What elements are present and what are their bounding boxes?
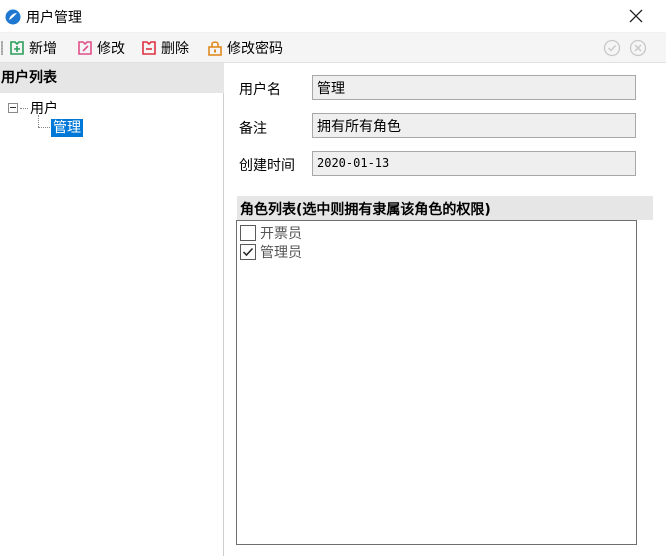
user-list-panel: 用户列表 用户 管理 [0,63,224,556]
role-item-cashier[interactable]: 开票员 [240,223,302,243]
roles-header: 角色列表(选中则拥有隶属该角色的权限) [237,196,653,220]
edit-button-label: 修改 [97,41,125,57]
change-password-button[interactable]: 修改密码 [206,37,283,59]
user-tree[interactable]: 用户 管理 [0,93,224,556]
close-icon [629,9,643,23]
role-checkbox-unchecked[interactable] [240,225,256,241]
role-label: 开票员 [260,226,302,242]
roles-list[interactable]: 开票员 管理员 [236,220,637,545]
lock-icon [208,41,222,56]
title-bar: 用户管理 [0,0,666,33]
tree-node-admin[interactable]: 管理 [51,119,83,137]
delete-button[interactable]: 删除 [140,37,189,59]
tree-connector [38,127,50,128]
remark-label: 备注 [239,121,267,137]
tree-node-label: 用户 [30,101,58,117]
role-item-admin[interactable]: 管理员 [240,242,302,262]
delete-button-label: 删除 [161,41,189,57]
toolbar: 新增 修改 删除 修改密码 [0,33,666,63]
delete-user-icon [142,41,156,55]
edit-user-icon [78,41,92,55]
username-field[interactable]: 管理 [312,75,636,100]
tree-connector [38,115,39,127]
role-checkbox-checked[interactable] [240,244,256,260]
app-icon [5,9,21,25]
username-label: 用户名 [239,82,281,98]
close-button[interactable] [622,4,650,28]
add-user-icon [10,41,24,55]
remark-field[interactable]: 拥有所有角色 [312,113,636,138]
add-button[interactable]: 新增 [8,37,57,59]
toolbar-grip[interactable] [1,41,3,55]
tree-connector [20,107,28,109]
window-title: 用户管理 [26,10,82,26]
user-list-header: 用户列表 [0,63,224,93]
cancel-icon[interactable] [629,39,647,57]
role-label: 管理员 [260,245,302,261]
created-time-field[interactable]: 2020-01-13 [312,151,636,176]
collapse-icon[interactable] [8,103,18,113]
add-button-label: 新增 [29,41,57,57]
edit-button[interactable]: 修改 [76,37,125,59]
checkmark-icon [242,247,254,257]
change-password-label: 修改密码 [227,41,283,57]
created-time-label: 创建时间 [239,158,295,174]
user-detail-panel: 用户名 管理 备注 拥有所有角色 创建时间 2020-01-13 角色列表(选中… [225,63,666,556]
tree-node-users[interactable]: 用户 [8,98,58,118]
confirm-icon[interactable] [603,39,621,57]
